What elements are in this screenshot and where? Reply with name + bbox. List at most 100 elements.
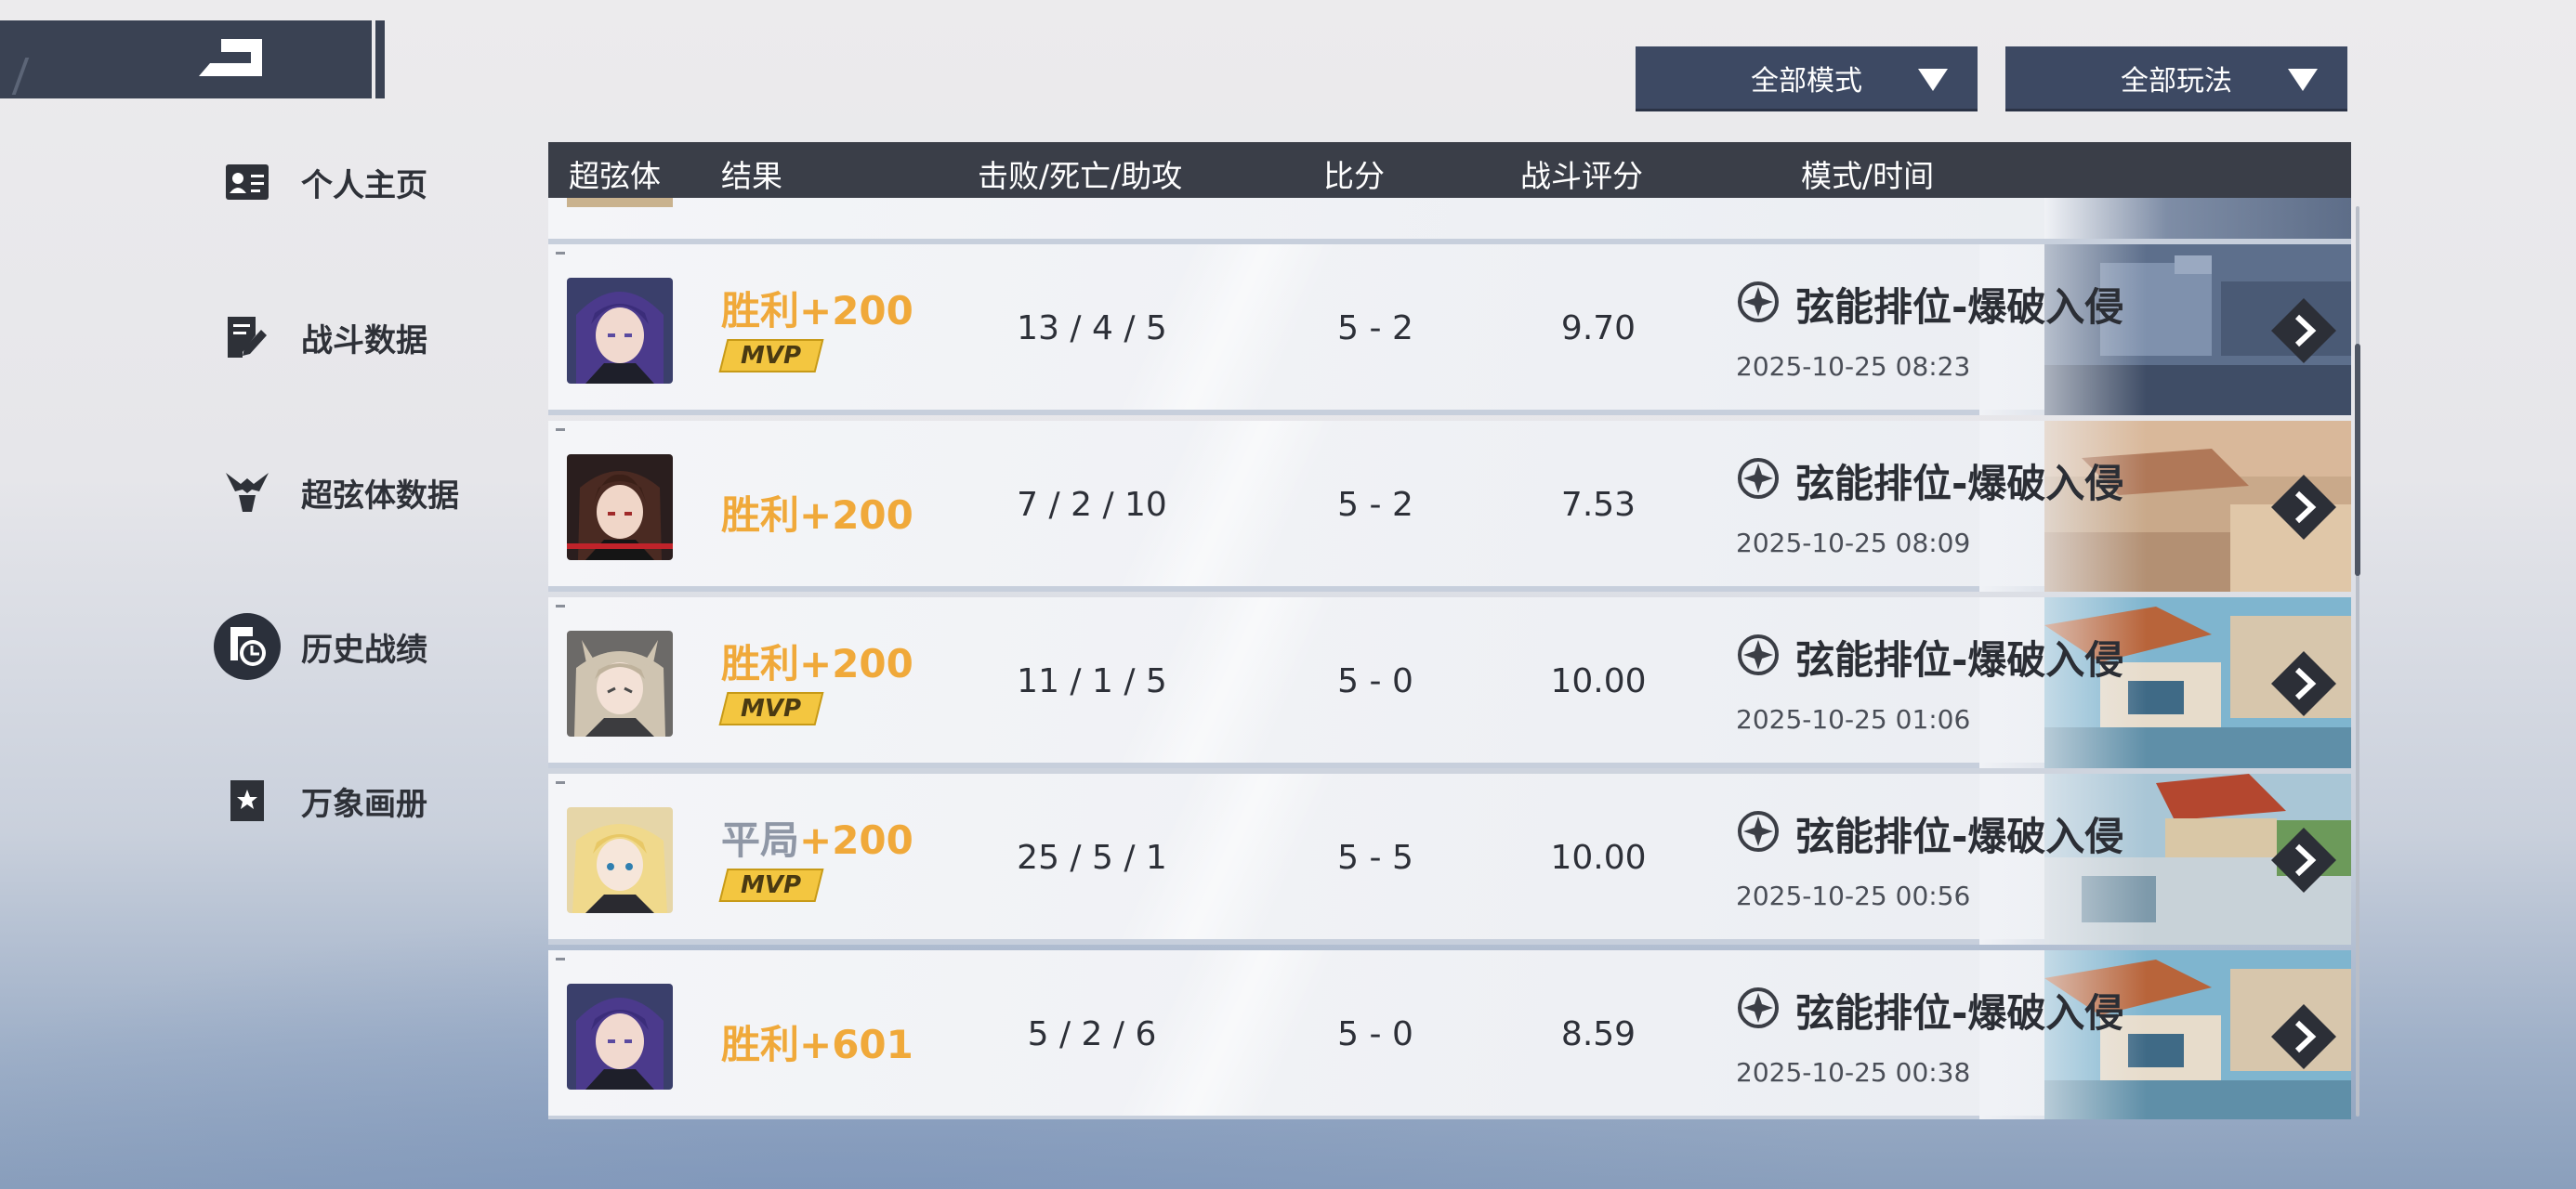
match-time: 2025-10-25 00:38 <box>1736 1057 1971 1088</box>
table-header: 超弦体 结果 击败/死亡/助攻 比分 战斗评分 模式/时间 <box>548 142 2351 198</box>
row-tick <box>556 958 565 960</box>
header-score: 比分 <box>1323 158 1385 194</box>
ranked-mode-icon <box>1738 281 1779 322</box>
sidebar-item-label: 万象画册 <box>301 785 427 823</box>
map-thumbnail-partial <box>2044 198 2351 239</box>
mvp-label: MVP <box>741 695 802 723</box>
row-tick <box>556 605 565 608</box>
ranked-mode-icon <box>1738 987 1779 1028</box>
mvp-label: MVP <box>741 871 802 899</box>
character-avatar <box>567 984 673 1090</box>
kda-value: 7 / 2 / 10 <box>1017 486 1167 524</box>
back-arrow-icon <box>199 39 262 76</box>
sidebar-item-label: 历史战绩 <box>301 631 427 669</box>
header-mode-time: 模式/时间 <box>1801 158 1935 194</box>
sidebar-item-label: 个人主页 <box>301 166 427 204</box>
view-detail-chevron-icon[interactable] <box>2269 1002 2338 1071</box>
result-points: +200 <box>799 641 913 686</box>
rating-value: 8.59 <box>1560 1015 1636 1053</box>
score-value: 5 - 0 <box>1337 1015 1413 1053</box>
sidebar-item-battle-data[interactable]: 战斗数据 <box>214 300 530 374</box>
table-row[interactable]: 胜利+601 5 / 2 / 6 5 - 0 8.59 弦能排位-爆破入侵 20… <box>548 950 2351 1119</box>
mode-filter-label: 全部模式 <box>1751 64 1862 98</box>
result-text: 胜利+200 <box>721 633 913 689</box>
result-text: 胜利+200 <box>721 280 913 336</box>
sidebar-item-gallery[interactable]: 万象画册 <box>214 764 530 838</box>
dropdown-triangle-icon <box>1918 69 1948 91</box>
mode-name: 弦能排位-爆破入侵 <box>1795 284 2124 330</box>
result-points: +601 <box>799 1022 913 1067</box>
view-detail-chevron-icon[interactable] <box>2269 473 2338 542</box>
table-row[interactable]: 胜利+200 MVP 11 / 1 / 5 5 - 0 10.00 弦能排位-爆… <box>548 597 2351 768</box>
header-character: 超弦体 <box>569 158 661 194</box>
scrollbar-thumb[interactable] <box>2355 344 2360 576</box>
mode-name: 弦能排位-爆破入侵 <box>1795 814 2124 859</box>
table-row[interactable]: 胜利+200 MVP 13 / 4 / 5 5 - 2 9.70 弦能排位-爆破… <box>548 244 2351 415</box>
match-time: 2025-10-25 08:23 <box>1736 351 1971 382</box>
sidebar-item-history[interactable]: 历史战绩 <box>214 609 530 684</box>
mvp-badge: MVP <box>718 339 824 372</box>
result-points: +200 <box>799 288 913 333</box>
avatar-partial <box>567 198 673 207</box>
play-filter-label: 全部玩法 <box>2121 64 2232 98</box>
mode-filter-dropdown[interactable]: 全部模式 <box>1636 46 1978 111</box>
header-kda: 击败/死亡/助攻 <box>978 158 1183 194</box>
id-card-icon <box>214 149 281 216</box>
score-value: 5 - 0 <box>1337 662 1413 700</box>
dropdown-triangle-icon <box>2288 69 2318 91</box>
view-detail-chevron-icon[interactable] <box>2269 649 2338 718</box>
row-tick <box>556 781 565 784</box>
rating-value: 9.70 <box>1560 309 1636 347</box>
result-word: 胜利 <box>721 641 800 686</box>
kda-value: 11 / 1 / 5 <box>1017 662 1167 700</box>
history-clock-icon <box>214 613 281 680</box>
mvp-badge: MVP <box>718 692 824 725</box>
kda-value: 5 / 2 / 6 <box>1027 1015 1157 1053</box>
character-avatar <box>567 454 673 560</box>
header-rating: 战斗评分 <box>1520 158 1643 194</box>
character-avatar <box>567 807 673 913</box>
result-text: 平局+200 <box>721 809 913 866</box>
character-avatar <box>567 631 673 737</box>
mvp-label: MVP <box>741 342 802 370</box>
table-row[interactable]: 胜利+200 7 / 2 / 10 5 - 2 7.53 弦能排位-爆破入侵 2… <box>548 421 2351 592</box>
star-book-icon <box>214 767 281 834</box>
match-history-list[interactable]: 胜利+200 MVP 13 / 4 / 5 5 - 2 9.70 弦能排位-爆破… <box>548 198 2351 1119</box>
result-points: +200 <box>799 817 913 863</box>
mode-name: 弦能排位-爆破入侵 <box>1795 637 2124 683</box>
ranked-mode-icon <box>1738 811 1779 852</box>
kda-value: 13 / 4 / 5 <box>1017 309 1167 347</box>
row-tick <box>556 428 565 431</box>
score-value: 5 - 2 <box>1337 486 1413 524</box>
result-word: 平局 <box>721 817 800 863</box>
scrollbar-track[interactable] <box>2356 206 2359 1117</box>
view-detail-chevron-icon[interactable] <box>2269 826 2338 895</box>
table-row[interactable]: 平局+200 MVP 25 / 5 / 1 5 - 5 10.00 弦能排位-爆… <box>548 774 2351 945</box>
match-time: 2025-10-25 01:06 <box>1736 704 1971 735</box>
sidebar-item-label: 超弦体数据 <box>301 477 459 515</box>
back-accent-bar <box>375 20 385 98</box>
result-word: 胜利 <box>721 1022 800 1067</box>
back-button[interactable] <box>0 20 372 98</box>
match-time: 2025-10-25 00:56 <box>1736 881 1971 911</box>
sidebar-item-label: 战斗数据 <box>301 321 427 359</box>
kda-value: 25 / 5 / 1 <box>1017 839 1167 877</box>
rating-value: 10.00 <box>1550 839 1647 877</box>
mode-name: 弦能排位-爆破入侵 <box>1795 990 2124 1036</box>
note-pen-icon <box>214 304 281 371</box>
match-time: 2025-10-25 08:09 <box>1736 528 1971 558</box>
partial-row-top <box>548 198 2351 244</box>
ranked-mode-icon <box>1738 458 1779 499</box>
back-bar-slash <box>11 58 30 95</box>
sidebar-item-superstring-data[interactable]: 超弦体数据 <box>214 455 530 529</box>
sidebar-item-profile[interactable]: 个人主页 <box>214 145 530 219</box>
result-text: 胜利+200 <box>721 484 913 541</box>
play-filter-dropdown[interactable]: 全部玩法 <box>2005 46 2347 111</box>
result-word: 胜利 <box>721 288 800 333</box>
result-text: 胜利+601 <box>721 1013 913 1070</box>
superstring-icon <box>214 459 281 526</box>
view-detail-chevron-icon[interactable] <box>2269 296 2338 365</box>
score-value: 5 - 2 <box>1337 309 1413 347</box>
ranked-mode-icon <box>1738 634 1779 675</box>
mvp-badge: MVP <box>718 869 824 902</box>
